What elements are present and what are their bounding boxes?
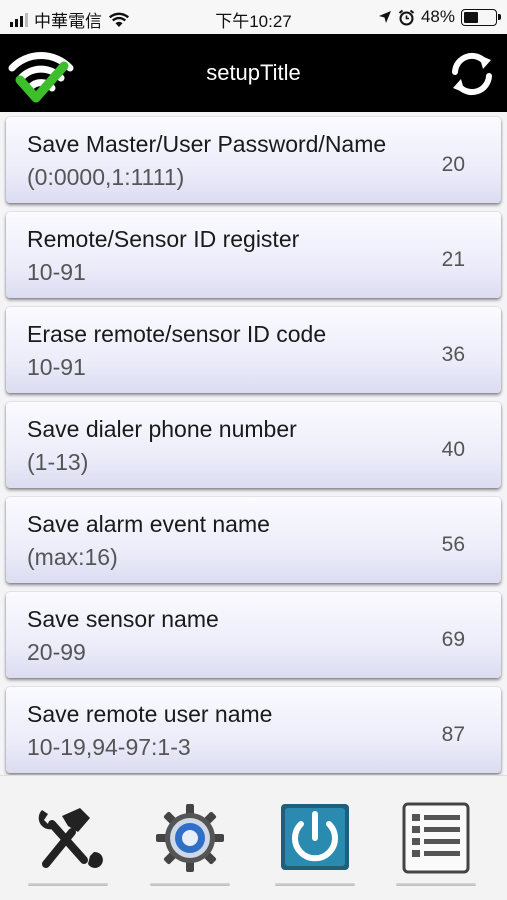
item-subtitle: (max:16) bbox=[27, 544, 118, 570]
list-item[interactable]: Erase remote/sensor ID code 10-91 36 bbox=[6, 307, 501, 393]
tab-tools[interactable] bbox=[28, 796, 108, 886]
item-title: Erase remote/sensor ID code bbox=[27, 321, 327, 347]
list-item[interactable]: Remote/Sensor ID register 10-91 21 bbox=[6, 212, 501, 298]
item-subtitle: 10-19,94-97:1-3 bbox=[27, 734, 191, 760]
list-item[interactable]: Save dialer phone number (1-13) 40 bbox=[6, 402, 501, 488]
item-code: 36 bbox=[441, 343, 465, 366]
setup-list: Save Master/User Password/Name (0:0000,1… bbox=[0, 112, 507, 775]
tools-icon bbox=[38, 808, 103, 868]
settings-gear-icon bbox=[156, 804, 224, 872]
power-icon bbox=[281, 804, 349, 870]
item-subtitle: (0:0000,1:1111) bbox=[27, 164, 185, 190]
status-bar: 中華電信 下午10:27 48% bbox=[0, 0, 507, 34]
tab-bar bbox=[0, 775, 507, 900]
list-item[interactable]: Save remote user name 10-19,94-97:1-3 87 bbox=[6, 687, 501, 773]
refresh-icon[interactable] bbox=[447, 49, 497, 99]
item-code: 40 bbox=[441, 438, 465, 461]
status-right: 48% bbox=[378, 7, 501, 27]
item-code: 87 bbox=[441, 723, 465, 746]
item-code: 20 bbox=[441, 153, 465, 176]
item-code: 69 bbox=[441, 628, 465, 651]
item-title: Save dialer phone number bbox=[27, 416, 297, 442]
list-item[interactable]: Save alarm event name (max:16) 56 bbox=[6, 497, 501, 583]
alarm-icon bbox=[398, 9, 415, 25]
battery-fill bbox=[464, 11, 479, 23]
item-title: Save Master/User Password/Name bbox=[27, 131, 387, 157]
item-subtitle: 10-91 bbox=[27, 259, 86, 285]
battery-percent: 48% bbox=[420, 7, 455, 26]
item-code: 21 bbox=[441, 248, 465, 271]
tab-list[interactable] bbox=[396, 796, 476, 886]
tab-settings[interactable] bbox=[150, 796, 230, 886]
item-subtitle: 20-99 bbox=[27, 639, 86, 665]
item-title: Remote/Sensor ID register bbox=[27, 226, 300, 252]
battery-icon bbox=[461, 8, 501, 26]
item-code: 56 bbox=[441, 533, 465, 556]
nav-bar: setupTitle bbox=[0, 34, 507, 112]
item-subtitle: 10-91 bbox=[27, 354, 86, 380]
item-title: Save alarm event name bbox=[27, 511, 270, 537]
tab-power[interactable] bbox=[275, 796, 355, 886]
list-item[interactable]: Save sensor name 20-99 69 bbox=[6, 592, 501, 678]
list-icon bbox=[402, 802, 470, 874]
location-arrow-icon bbox=[378, 11, 391, 23]
list-item[interactable]: Save Master/User Password/Name (0:0000,1… bbox=[6, 117, 501, 203]
item-title: Save remote user name bbox=[27, 701, 273, 727]
page-title: setupTitle bbox=[206, 60, 301, 85]
item-subtitle: (1-13) bbox=[27, 449, 89, 475]
item-title: Save sensor name bbox=[27, 606, 219, 632]
